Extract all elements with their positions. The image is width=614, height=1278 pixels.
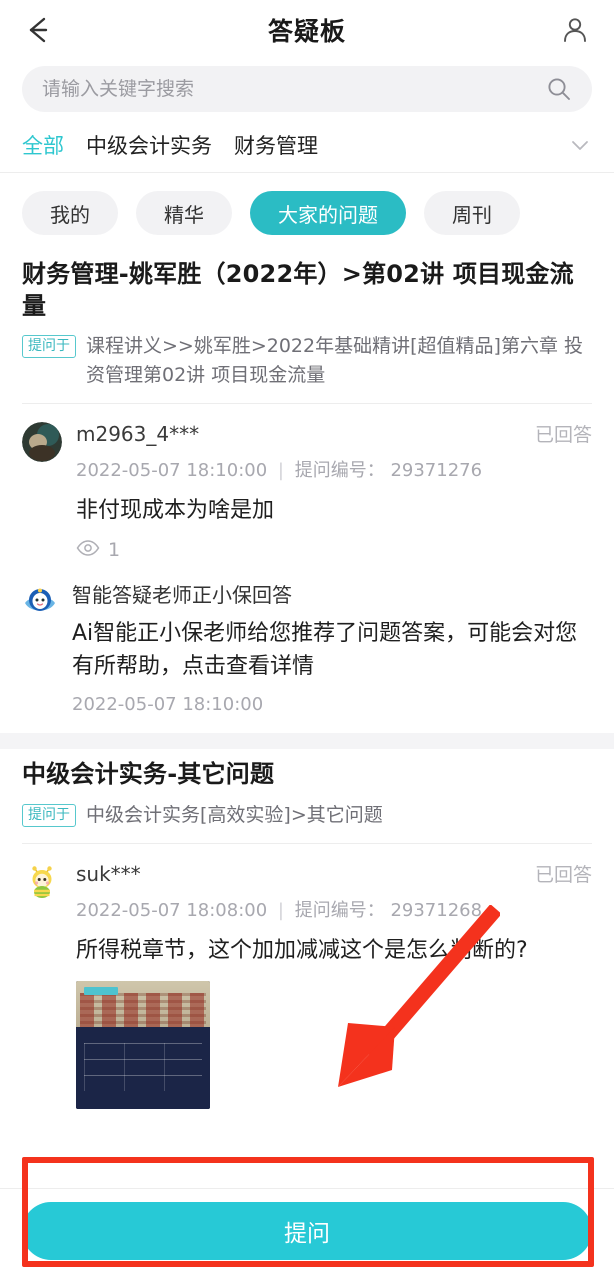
ask-question-button[interactable]: 提问 bbox=[22, 1202, 592, 1260]
post-username: suk*** bbox=[76, 862, 141, 887]
bottom-action-bar: 提问 bbox=[0, 1188, 614, 1278]
meta-separator: | bbox=[277, 900, 284, 922]
group-source-text: 课程讲义>>姚军胜>2022年基础精讲[超值精品]第六章 投资管理第02讲 项目… bbox=[86, 335, 583, 386]
view-count-value: 1 bbox=[108, 539, 121, 562]
ai-answer-block[interactable]: 智能答疑老师正小保回答 Ai智能正小保老师给您推荐了问题答案，可能会对您有所帮助… bbox=[22, 571, 592, 733]
group-source-row: 提问于 课程讲义>>姚军胜>2022年基础精讲[超值精品]第六章 投资管理第02… bbox=[22, 328, 592, 403]
group-source-row: 提问于 中级会计实务[高效实验]>其它问题 bbox=[22, 797, 592, 844]
search-icon[interactable] bbox=[546, 76, 572, 102]
post-header: suk*** 已回答 bbox=[76, 860, 592, 887]
section-separator-band bbox=[0, 733, 614, 750]
post-header: m2963_4*** 已回答 bbox=[76, 420, 592, 447]
thumbnail-slide-tag bbox=[84, 987, 118, 996]
filter-chip-row: 我的 精华 大家的问题 周刊 bbox=[0, 173, 614, 249]
category-tab-intermediate-accounting[interactable]: 中级会计实务 bbox=[86, 130, 212, 160]
question-post[interactable]: m2963_4*** 已回答 2022-05-07 18:10:00 | 提问编… bbox=[22, 404, 592, 571]
group-title[interactable]: 财务管理-姚军胜（2022年）>第02讲 项目现金流量 bbox=[22, 249, 592, 328]
status-badge: 已回答 bbox=[534, 864, 592, 887]
ai-answer-title: 智能答疑老师正小保回答 bbox=[72, 583, 292, 608]
filter-chip-weekly[interactable]: 周刊 bbox=[424, 191, 520, 235]
post-id-label: 提问编号： bbox=[294, 900, 385, 922]
group-title[interactable]: 中级会计实务-其它问题 bbox=[22, 749, 592, 797]
question-post[interactable]: suk*** 已回答 2022-05-07 18:08:00 | 提问编号： 2… bbox=[22, 844, 592, 1127]
back-arrow-icon[interactable] bbox=[22, 13, 56, 47]
post-meta: 2022-05-07 18:08:00 | 提问编号： 29371268 bbox=[76, 887, 592, 922]
asked-in-tag: 提问于 bbox=[22, 335, 76, 359]
post-id-value: 29371268 bbox=[390, 900, 483, 922]
asked-in-tag: 提问于 bbox=[22, 803, 76, 827]
question-attachment[interactable] bbox=[76, 967, 592, 1117]
question-text[interactable]: 所得税章节，这个加加减减这个是怎么判断的? bbox=[76, 922, 592, 967]
screen-root: 答疑板 全部 中级会计实务 财务管理 bbox=[0, 0, 614, 1278]
post-meta: 2022-05-07 18:10:00 | 提问编号： 29371276 bbox=[76, 447, 592, 482]
cta-top-divider bbox=[0, 1188, 614, 1189]
category-tab-bar: 全部 中级会计实务 财务管理 bbox=[0, 112, 614, 172]
ai-assistant-avatar-icon bbox=[22, 583, 58, 620]
ai-answer-text[interactable]: Ai智能正小保老师给您推荐了问题答案，可能会对您有所帮助，点击查看详情 bbox=[72, 608, 592, 683]
search-input[interactable] bbox=[42, 78, 546, 100]
question-group: 中级会计实务-其它问题 提问于 中级会计实务[高效实验]>其它问题 suk***… bbox=[0, 749, 614, 1128]
post-time: 2022-05-07 18:10:00 bbox=[76, 460, 268, 482]
ai-answer-body: 智能答疑老师正小保回答 Ai智能正小保老师给您推荐了问题答案，可能会对您有所帮助… bbox=[72, 579, 592, 715]
category-tab-financial-management[interactable]: 财务管理 bbox=[234, 130, 318, 160]
post-body: suk*** 已回答 2022-05-07 18:08:00 | 提问编号： 2… bbox=[76, 860, 592, 1117]
eye-icon bbox=[76, 539, 100, 561]
chevron-down-icon[interactable] bbox=[568, 133, 592, 157]
meta-separator: | bbox=[277, 460, 284, 482]
ai-answer-time: 2022-05-07 18:10:00 bbox=[72, 694, 264, 716]
search-section bbox=[0, 60, 614, 112]
top-app-bar: 答疑板 bbox=[0, 0, 614, 60]
filter-chip-mine[interactable]: 我的 bbox=[22, 191, 118, 235]
post-time: 2022-05-07 18:08:00 bbox=[76, 900, 268, 922]
search-bar[interactable] bbox=[22, 66, 592, 112]
filter-chip-everyones-questions[interactable]: 大家的问题 bbox=[250, 191, 406, 235]
post-id-value: 29371276 bbox=[390, 460, 483, 482]
thumbnail-slide-region bbox=[76, 1027, 210, 1110]
person-icon[interactable] bbox=[558, 13, 592, 47]
question-text[interactable]: 非付现成本为啥是加 bbox=[76, 482, 592, 527]
view-count: 1 bbox=[76, 527, 592, 561]
filter-chip-essence[interactable]: 精华 bbox=[136, 191, 232, 235]
category-tab-all[interactable]: 全部 bbox=[22, 130, 64, 160]
status-badge: 已回答 bbox=[534, 424, 592, 447]
question-group: 财务管理-姚军胜（2022年）>第02讲 项目现金流量 提问于 课程讲义>>姚军… bbox=[0, 249, 614, 734]
avatar bbox=[22, 422, 62, 463]
avatar bbox=[22, 862, 62, 903]
post-username: m2963_4*** bbox=[76, 422, 200, 447]
group-source-text: 中级会计实务[高效实验]>其它问题 bbox=[86, 803, 383, 826]
post-id-label: 提问编号： bbox=[294, 460, 385, 482]
post-body: m2963_4*** 已回答 2022-05-07 18:10:00 | 提问编… bbox=[76, 420, 592, 561]
page-title: 答疑板 bbox=[267, 17, 346, 46]
question-attachment-thumbnail[interactable] bbox=[76, 981, 210, 1110]
